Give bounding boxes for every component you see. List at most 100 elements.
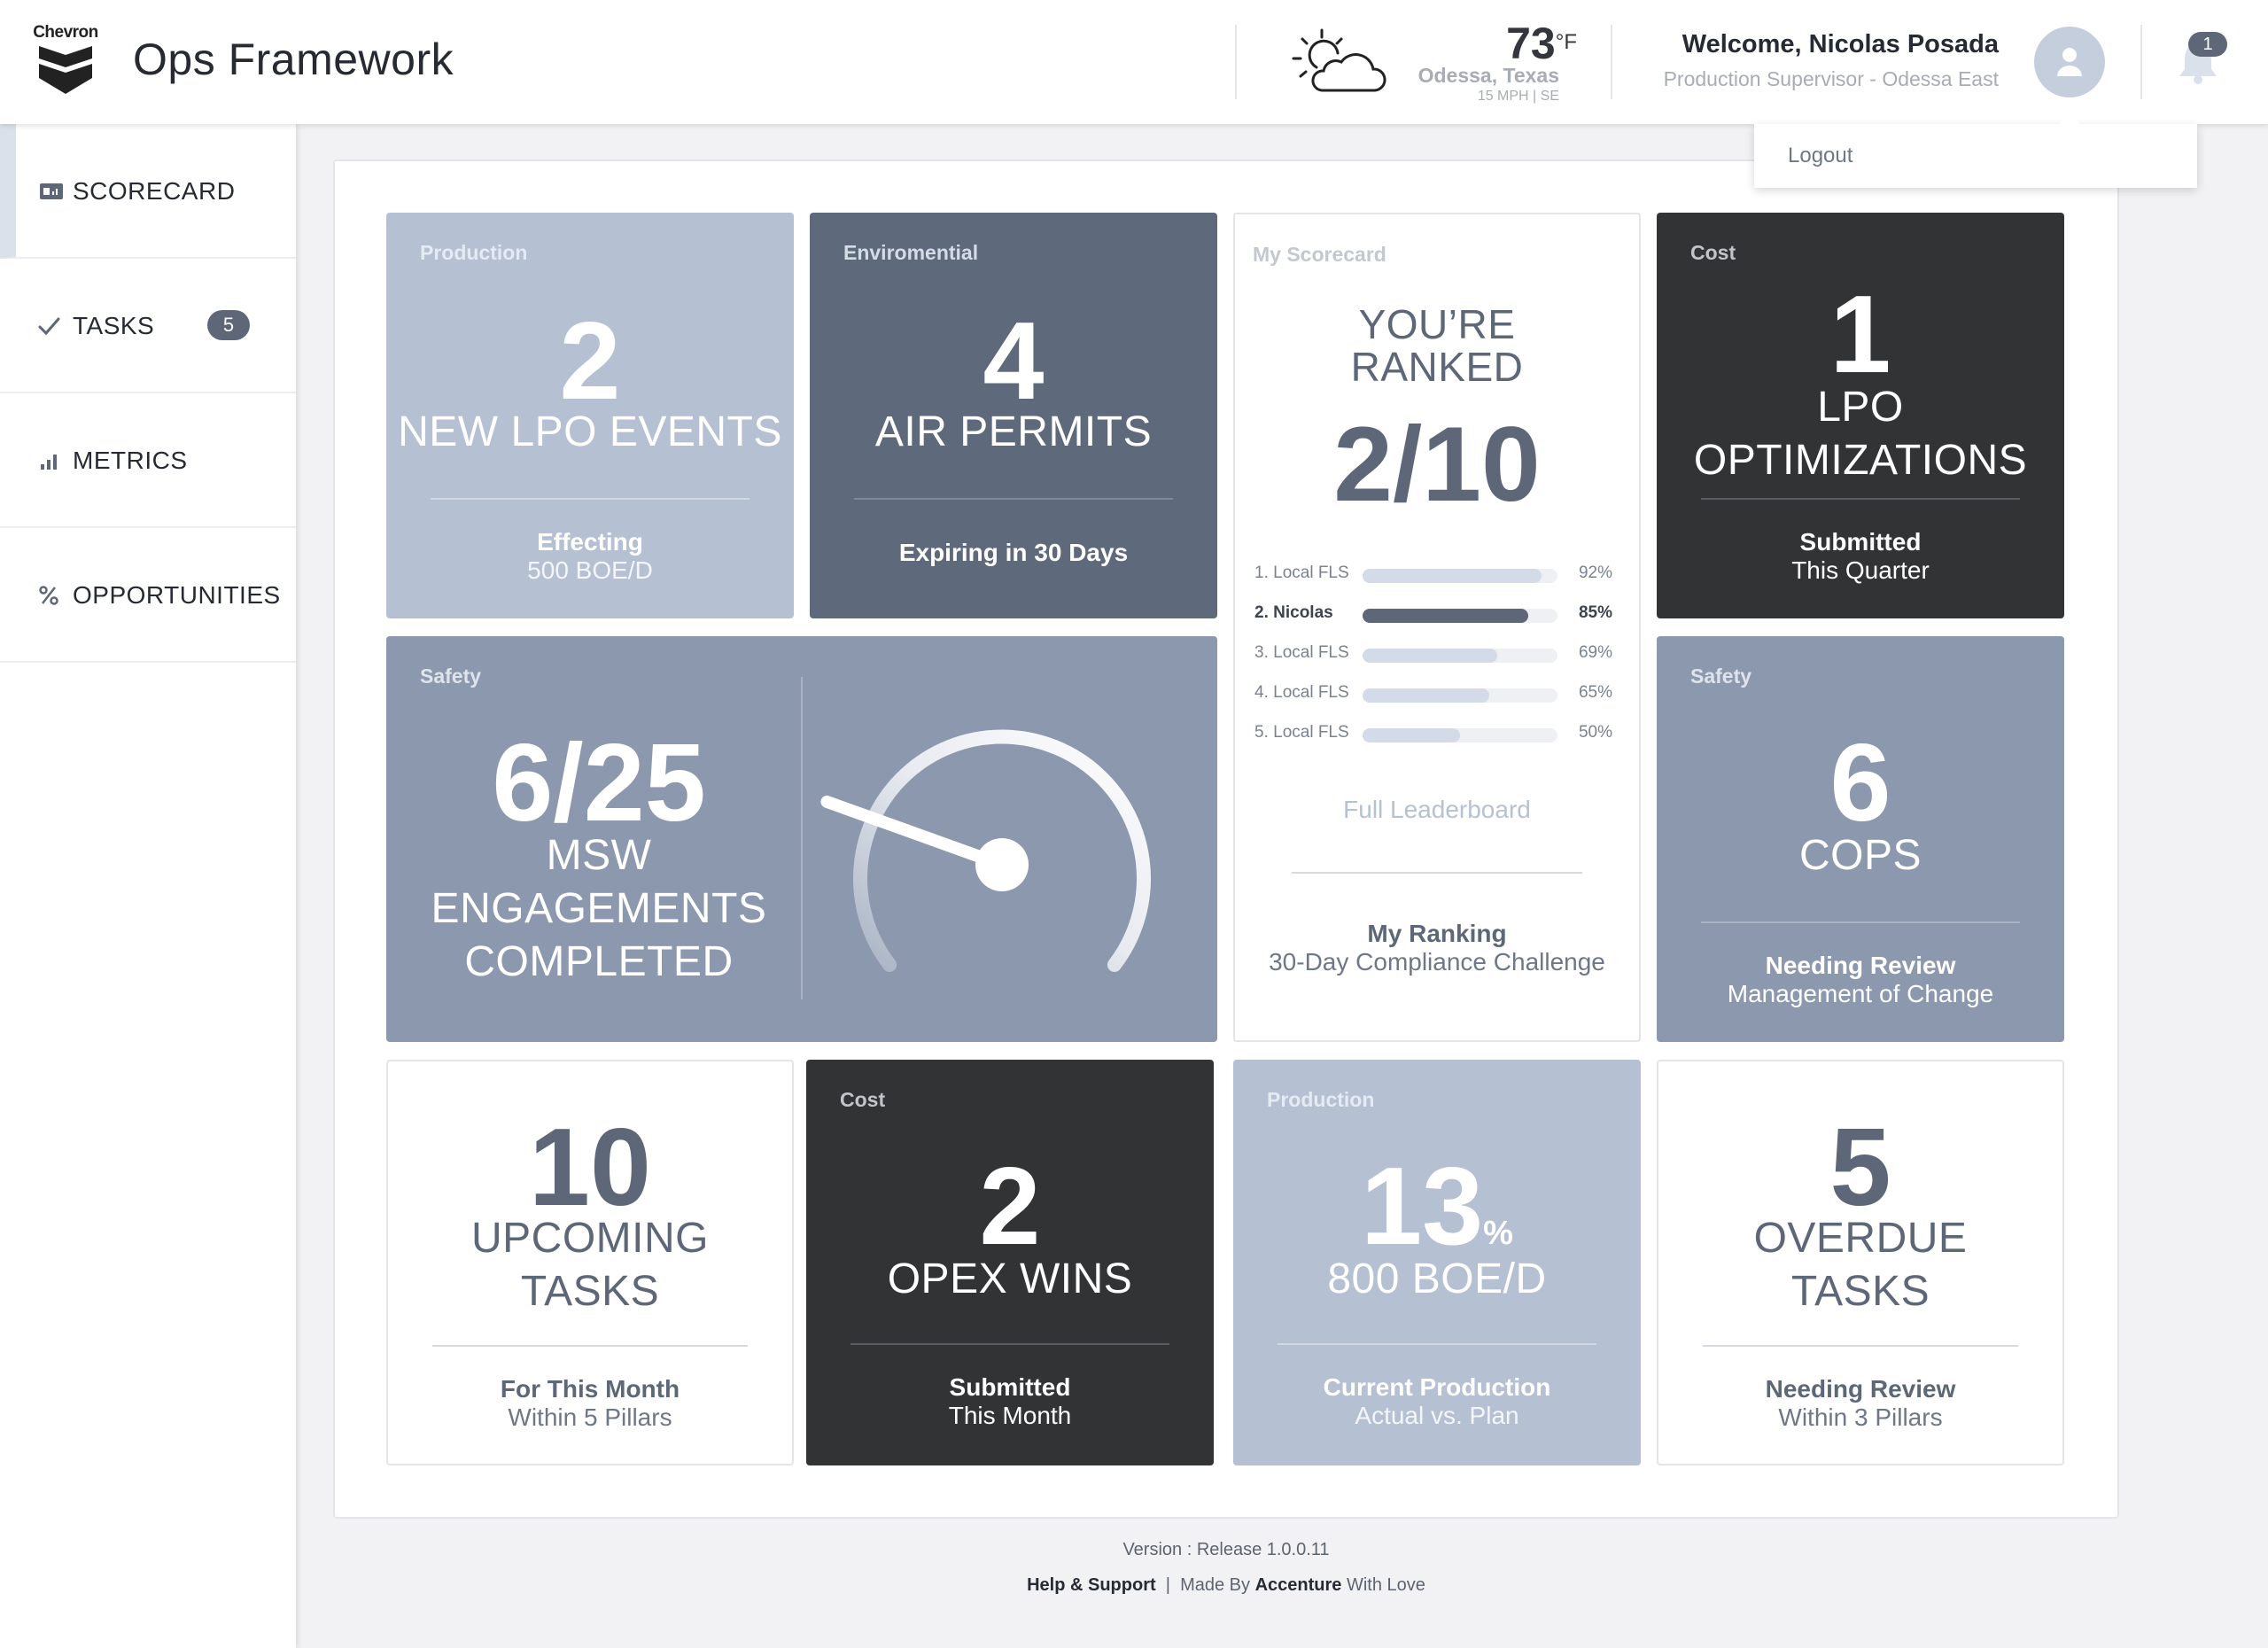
sidebar-item-label: METRICS: [73, 447, 188, 474]
leaderboard-track: [1363, 569, 1557, 583]
card-footer-title: Expiring in 30 Days: [898, 539, 1129, 566]
card-footer-subtitle: Actual vs. Plan: [1355, 1402, 1519, 1429]
temperature-value: 73: [1506, 19, 1556, 68]
leaderboard-percent: 50%: [1578, 723, 1612, 742]
user-role: Production Supervisor - Odessa East: [1663, 67, 1999, 90]
ranked-headline-2: RANKED: [1350, 344, 1524, 390]
scorecard-panel: Production 2 NEW LPO EVENTS Effecting 50…: [333, 159, 2119, 1519]
gauge-needle: [820, 795, 1008, 871]
leaderboard-name: 1. Local FLS: [1254, 564, 1349, 582]
temperature: 73°F: [1471, 18, 1577, 69]
full-leaderboard-link[interactable]: Full Leaderboard: [1235, 796, 1639, 824]
card-divider: [854, 498, 1173, 500]
leaderboard-name: 2. Nicolas: [1254, 603, 1333, 622]
card-footer-subtitle: Management of Change: [1727, 980, 1994, 1007]
card-cost-lpo[interactable]: Cost 1 LPO OPTIMIZATIONS Submitted This …: [1657, 213, 2064, 618]
made-by-text: Made By: [1180, 1575, 1251, 1595]
card-footer-title: Needing Review: [1765, 952, 1956, 979]
card-my-scorecard: My Scorecard YOU’RE RANKED 2/10 1. Local…: [1233, 213, 1641, 1042]
card-footer-title: Current Production: [1323, 1373, 1551, 1401]
card-production-lpo[interactable]: Production 2 NEW LPO EVENTS Effecting 50…: [386, 213, 794, 618]
dropdown-caret: [2057, 113, 2082, 126]
user-avatar[interactable]: [2034, 27, 2105, 97]
leaderboard-track: [1363, 609, 1557, 623]
card-label: COMPLETED: [464, 938, 734, 985]
card-category: Enviromential: [843, 241, 979, 264]
leaderboard-percent: 69%: [1578, 643, 1612, 662]
leaderboard-row: 3. Local FLS 69%: [1254, 643, 1627, 665]
sidebar-item-tasks[interactable]: TASKS 5: [0, 259, 296, 393]
leaderboard-track: [1363, 649, 1557, 663]
card-value-number: 13: [1361, 1146, 1484, 1268]
card-category: Safety: [1690, 665, 1752, 688]
sidebar-item-metrics[interactable]: METRICS: [0, 393, 296, 528]
card-air-permits[interactable]: Enviromential 4 AIR PERMITS Expiring in …: [810, 213, 1217, 618]
card-vertical-divider: [801, 677, 803, 999]
card-footer-subtitle: Within 5 Pillars: [508, 1403, 672, 1431]
card-label: TASKS: [520, 1268, 660, 1315]
card-safety-msw[interactable]: Safety 6/25 MSW ENGAGEMENTS COMPLETED: [386, 636, 1217, 1042]
logout-link[interactable]: Logout: [1788, 144, 1852, 168]
card-current-production[interactable]: Production 13% 800 BOE/D Current Product…: [1233, 1060, 1641, 1465]
footer-links: Help & Support | Made By Accenture With …: [333, 1575, 2119, 1596]
leaderboard-name: 3. Local FLS: [1254, 643, 1349, 662]
chevron-logo[interactable]: Chevron: [32, 23, 99, 99]
card-value: 2: [559, 300, 621, 423]
card-value: 10: [529, 1107, 651, 1229]
leaderboard-bar: [1363, 649, 1497, 663]
sidebar: SCORECARD TASKS 5 METRICS OPPORTUNITIES: [0, 124, 296, 1648]
msw-gauge: [820, 729, 1151, 972]
card-value: 6: [1829, 722, 1891, 844]
leaderboard-bar: [1363, 688, 1489, 703]
card-footer-title: Submitted: [1799, 528, 1922, 556]
card-label: TASKS: [1790, 1268, 1930, 1315]
weather-city: Odessa, Texas: [1418, 64, 1559, 87]
card-value: 5: [1829, 1107, 1891, 1229]
card-opex-wins[interactable]: Cost 2 OPEX WINS Submitted This Month: [806, 1060, 1214, 1465]
company-name: Accenture: [1254, 1575, 1342, 1595]
sidebar-item-label: OPPORTUNITIES: [73, 581, 281, 609]
card-category: Production: [1267, 1088, 1375, 1111]
leaderboard-row: 5. Local FLS 50%: [1254, 723, 1627, 744]
with-love-text: With Love: [1346, 1575, 1425, 1595]
app-title: Ops Framework: [133, 35, 454, 84]
scorecard-icon: [40, 183, 63, 199]
leaderboard-percent: 92%: [1578, 564, 1612, 582]
leaderboard-percent: 65%: [1578, 683, 1612, 702]
tasks-count-badge: 5: [207, 310, 250, 340]
card-label: COPS: [1798, 832, 1922, 879]
leaderboard-bar: [1363, 609, 1528, 623]
leaderboard-bar: [1363, 728, 1460, 742]
partly-cloudy-icon: [1290, 27, 1387, 101]
card-footer-subtitle: Within 3 Pillars: [1778, 1403, 1943, 1431]
card-footer-title: My Ranking: [1367, 920, 1507, 947]
card-category: My Scorecard: [1253, 243, 1386, 266]
temperature-unit: °F: [1555, 30, 1577, 54]
gauge-hub: [975, 838, 1029, 891]
card-overdue-tasks[interactable]: 5 OVERDUE TASKS Needing Review Within 3 …: [1657, 1060, 2064, 1465]
card-label: OVERDUE: [1753, 1215, 1968, 1262]
rank-value: 2/10: [1333, 405, 1541, 524]
card-category: Production: [420, 241, 528, 264]
card-footer-subtitle: 500 BOE/D: [527, 556, 653, 584]
weather-wind: 15 MPH | SE: [1477, 89, 1559, 104]
welcome-text: Welcome, Nicolas Posada: [1682, 30, 1999, 58]
card-footer-subtitle: This Month: [948, 1402, 1072, 1429]
card-safety-cops[interactable]: Safety 6 COPS Needing Review Management …: [1657, 636, 2064, 1042]
sidebar-item-scorecard[interactable]: SCORECARD: [0, 124, 296, 259]
help-support-link[interactable]: Help & Support: [1027, 1575, 1156, 1595]
notification-badge: 1: [2188, 32, 2227, 57]
card-divider: [1703, 1345, 2018, 1347]
card-upcoming-tasks[interactable]: 10 UPCOMING TASKS For This Month Within …: [386, 1060, 794, 1465]
card-label: LPO: [1817, 384, 1904, 431]
header-divider: [1235, 25, 1237, 99]
ranked-headline-1: YOU’RE: [1358, 301, 1516, 347]
card-label: UPCOMING: [471, 1215, 709, 1262]
top-header: Chevron Ops Framework 73°F Odessa, Texas…: [0, 0, 2268, 124]
card-label: ENGAGEMENTS: [431, 885, 767, 932]
leaderboard-row: 1. Local FLS 92%: [1254, 564, 1627, 585]
sidebar-item-opportunities[interactable]: OPPORTUNITIES: [0, 528, 296, 663]
card-footer-subtitle: 30-Day Compliance Challenge: [1269, 948, 1605, 976]
leaderboard-row: 4. Local FLS 65%: [1254, 683, 1627, 704]
percent-icon: [39, 586, 58, 605]
